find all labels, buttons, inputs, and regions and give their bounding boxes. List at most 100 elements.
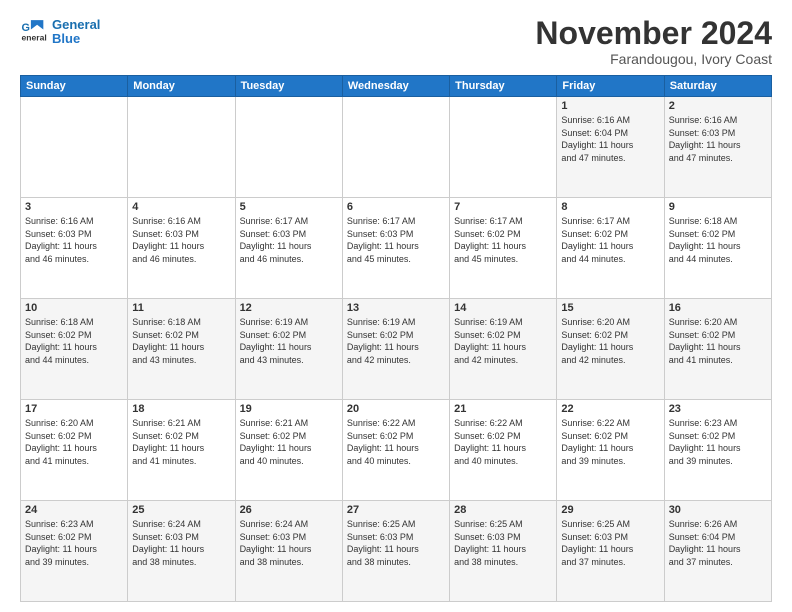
day-number: 11 bbox=[132, 302, 230, 314]
logo-blue: Blue bbox=[52, 32, 100, 46]
weekday-header: Thursday bbox=[450, 76, 557, 97]
day-number: 25 bbox=[132, 504, 230, 516]
day-number: 29 bbox=[561, 504, 659, 516]
weekday-header: Friday bbox=[557, 76, 664, 97]
day-number: 15 bbox=[561, 302, 659, 314]
calendar-cell: 19 Sunrise: 6:21 AM Sunset: 6:02 PM Dayli… bbox=[235, 400, 342, 501]
cell-info: Sunrise: 6:18 AM Sunset: 6:02 PM Dayligh… bbox=[132, 316, 230, 366]
day-number: 20 bbox=[347, 403, 445, 415]
calendar-cell bbox=[21, 97, 128, 198]
calendar-cell: 28Sunrise: 6:25 AM Sunset: 6:03 PM Dayli… bbox=[450, 501, 557, 602]
calendar-cell: 13 Sunrise: 6:19 AM Sunset: 6:02 PM Dayli… bbox=[342, 299, 449, 400]
calendar-cell: 14Sunrise: 6:19 AM Sunset: 6:02 PM Dayli… bbox=[450, 299, 557, 400]
logo-general: General bbox=[52, 18, 100, 32]
calendar-cell: 25 Sunrise: 6:24 AM Sunset: 6:03 PM Dayli… bbox=[128, 501, 235, 602]
calendar-cell: 11 Sunrise: 6:18 AM Sunset: 6:02 PM Dayli… bbox=[128, 299, 235, 400]
calendar-cell: 2 Sunrise: 6:16 AM Sunset: 6:03 PM Daylig… bbox=[664, 97, 771, 198]
cell-info: Sunrise: 6:20 AM Sunset: 6:02 PM Dayligh… bbox=[25, 417, 123, 467]
calendar-cell: 20Sunrise: 6:22 AM Sunset: 6:02 PM Dayli… bbox=[342, 400, 449, 501]
calendar-cell bbox=[450, 97, 557, 198]
cell-info: Sunrise: 6:21 AM Sunset: 6:02 PM Dayligh… bbox=[240, 417, 338, 467]
cell-info: Sunrise: 6:19 AM Sunset: 6:02 PM Dayligh… bbox=[240, 316, 338, 366]
calendar-cell: 17 Sunrise: 6:20 AM Sunset: 6:02 PM Dayli… bbox=[21, 400, 128, 501]
cell-info: Sunrise: 6:16 AM Sunset: 6:03 PM Dayligh… bbox=[669, 114, 767, 164]
day-number: 13 bbox=[347, 302, 445, 314]
calendar-cell: 7 Sunrise: 6:17 AM Sunset: 6:02 PM Daylig… bbox=[450, 198, 557, 299]
day-number: 5 bbox=[240, 201, 338, 213]
cell-info: Sunrise: 6:18 AM Sunset: 6:02 PM Dayligh… bbox=[669, 215, 767, 265]
cell-info: Sunrise: 6:17 AM Sunset: 6:02 PM Dayligh… bbox=[561, 215, 659, 265]
calendar-cell bbox=[128, 97, 235, 198]
calendar-cell bbox=[342, 97, 449, 198]
cell-info: Sunrise: 6:23 AM Sunset: 6:02 PM Dayligh… bbox=[25, 518, 123, 568]
day-number: 30 bbox=[669, 504, 767, 516]
cell-info: Sunrise: 6:19 AM Sunset: 6:02 PM Dayligh… bbox=[347, 316, 445, 366]
cell-info: Sunrise: 6:17 AM Sunset: 6:03 PM Dayligh… bbox=[240, 215, 338, 265]
title-block: November 2024 Farandougou, Ivory Coast bbox=[535, 16, 772, 67]
day-number: 19 bbox=[240, 403, 338, 415]
calendar-cell: 30 Sunrise: 6:26 AM Sunset: 6:04 PM Dayli… bbox=[664, 501, 771, 602]
weekday-header: Tuesday bbox=[235, 76, 342, 97]
cell-info: Sunrise: 6:24 AM Sunset: 6:03 PM Dayligh… bbox=[132, 518, 230, 568]
logo-icon: G eneral bbox=[20, 17, 48, 45]
day-number: 1 bbox=[561, 100, 659, 112]
cell-info: Sunrise: 6:17 AM Sunset: 6:03 PM Dayligh… bbox=[347, 215, 445, 265]
calendar-cell bbox=[235, 97, 342, 198]
header: G eneral General Blue November 2024 Fara… bbox=[20, 16, 772, 67]
calendar-cell: 18 Sunrise: 6:21 AM Sunset: 6:02 PM Dayli… bbox=[128, 400, 235, 501]
day-number: 16 bbox=[669, 302, 767, 314]
day-number: 27 bbox=[347, 504, 445, 516]
day-number: 9 bbox=[669, 201, 767, 213]
calendar-cell: 6 Sunrise: 6:17 AM Sunset: 6:03 PM Daylig… bbox=[342, 198, 449, 299]
calendar-cell: 27 Sunrise: 6:25 AM Sunset: 6:03 PM Dayli… bbox=[342, 501, 449, 602]
day-number: 6 bbox=[347, 201, 445, 213]
logo: G eneral General Blue bbox=[20, 16, 100, 47]
calendar-cell: 5 Sunrise: 6:17 AM Sunset: 6:03 PM Daylig… bbox=[235, 198, 342, 299]
day-number: 22 bbox=[561, 403, 659, 415]
calendar-cell: 24 Sunrise: 6:23 AM Sunset: 6:02 PM Dayli… bbox=[21, 501, 128, 602]
day-number: 10 bbox=[25, 302, 123, 314]
calendar-cell: 15 Sunrise: 6:20 AM Sunset: 6:02 PM Dayli… bbox=[557, 299, 664, 400]
day-number: 23 bbox=[669, 403, 767, 415]
cell-info: Sunrise: 6:18 AM Sunset: 6:02 PM Dayligh… bbox=[25, 316, 123, 366]
day-number: 21 bbox=[454, 403, 552, 415]
day-number: 7 bbox=[454, 201, 552, 213]
cell-info: Sunrise: 6:23 AM Sunset: 6:02 PM Dayligh… bbox=[669, 417, 767, 467]
calendar-cell: 10 Sunrise: 6:18 AM Sunset: 6:02 PM Dayli… bbox=[21, 299, 128, 400]
day-number: 14 bbox=[454, 302, 552, 314]
cell-info: Sunrise: 6:20 AM Sunset: 6:02 PM Dayligh… bbox=[669, 316, 767, 366]
cell-info: Sunrise: 6:16 AM Sunset: 6:04 PM Dayligh… bbox=[561, 114, 659, 164]
location: Farandougou, Ivory Coast bbox=[535, 51, 772, 67]
calendar-cell: 4Sunrise: 6:16 AM Sunset: 6:03 PM Daylig… bbox=[128, 198, 235, 299]
cell-info: Sunrise: 6:22 AM Sunset: 6:02 PM Dayligh… bbox=[561, 417, 659, 467]
weekday-header: Sunday bbox=[21, 76, 128, 97]
weekday-header: Saturday bbox=[664, 76, 771, 97]
calendar-cell: 8 Sunrise: 6:17 AM Sunset: 6:02 PM Daylig… bbox=[557, 198, 664, 299]
day-number: 3 bbox=[25, 201, 123, 213]
calendar-cell: 16 Sunrise: 6:20 AM Sunset: 6:02 PM Dayli… bbox=[664, 299, 771, 400]
day-number: 8 bbox=[561, 201, 659, 213]
calendar-cell: 1 Sunrise: 6:16 AM Sunset: 6:04 PM Daylig… bbox=[557, 97, 664, 198]
calendar-cell: 23 Sunrise: 6:23 AM Sunset: 6:02 PM Dayli… bbox=[664, 400, 771, 501]
cell-info: Sunrise: 6:21 AM Sunset: 6:02 PM Dayligh… bbox=[132, 417, 230, 467]
cell-info: Sunrise: 6:17 AM Sunset: 6:02 PM Dayligh… bbox=[454, 215, 552, 265]
month-title: November 2024 bbox=[535, 16, 772, 51]
calendar-cell: 12 Sunrise: 6:19 AM Sunset: 6:02 PM Dayli… bbox=[235, 299, 342, 400]
day-number: 18 bbox=[132, 403, 230, 415]
calendar-cell: 21 Sunrise: 6:22 AM Sunset: 6:02 PM Dayli… bbox=[450, 400, 557, 501]
cell-info: Sunrise: 6:26 AM Sunset: 6:04 PM Dayligh… bbox=[669, 518, 767, 568]
cell-info: Sunrise: 6:20 AM Sunset: 6:02 PM Dayligh… bbox=[561, 316, 659, 366]
calendar: SundayMondayTuesdayWednesdayThursdayFrid… bbox=[20, 75, 772, 602]
day-number: 2 bbox=[669, 100, 767, 112]
day-number: 12 bbox=[240, 302, 338, 314]
calendar-cell: 22 Sunrise: 6:22 AM Sunset: 6:02 PM Dayli… bbox=[557, 400, 664, 501]
day-number: 4 bbox=[132, 201, 230, 213]
cell-info: Sunrise: 6:24 AM Sunset: 6:03 PM Dayligh… bbox=[240, 518, 338, 568]
cell-info: Sunrise: 6:22 AM Sunset: 6:02 PM Dayligh… bbox=[454, 417, 552, 467]
cell-info: Sunrise: 6:25 AM Sunset: 6:03 PM Dayligh… bbox=[347, 518, 445, 568]
day-number: 24 bbox=[25, 504, 123, 516]
svg-text:eneral: eneral bbox=[22, 33, 47, 43]
cell-info: Sunrise: 6:25 AM Sunset: 6:03 PM Dayligh… bbox=[561, 518, 659, 568]
day-number: 26 bbox=[240, 504, 338, 516]
day-number: 17 bbox=[25, 403, 123, 415]
